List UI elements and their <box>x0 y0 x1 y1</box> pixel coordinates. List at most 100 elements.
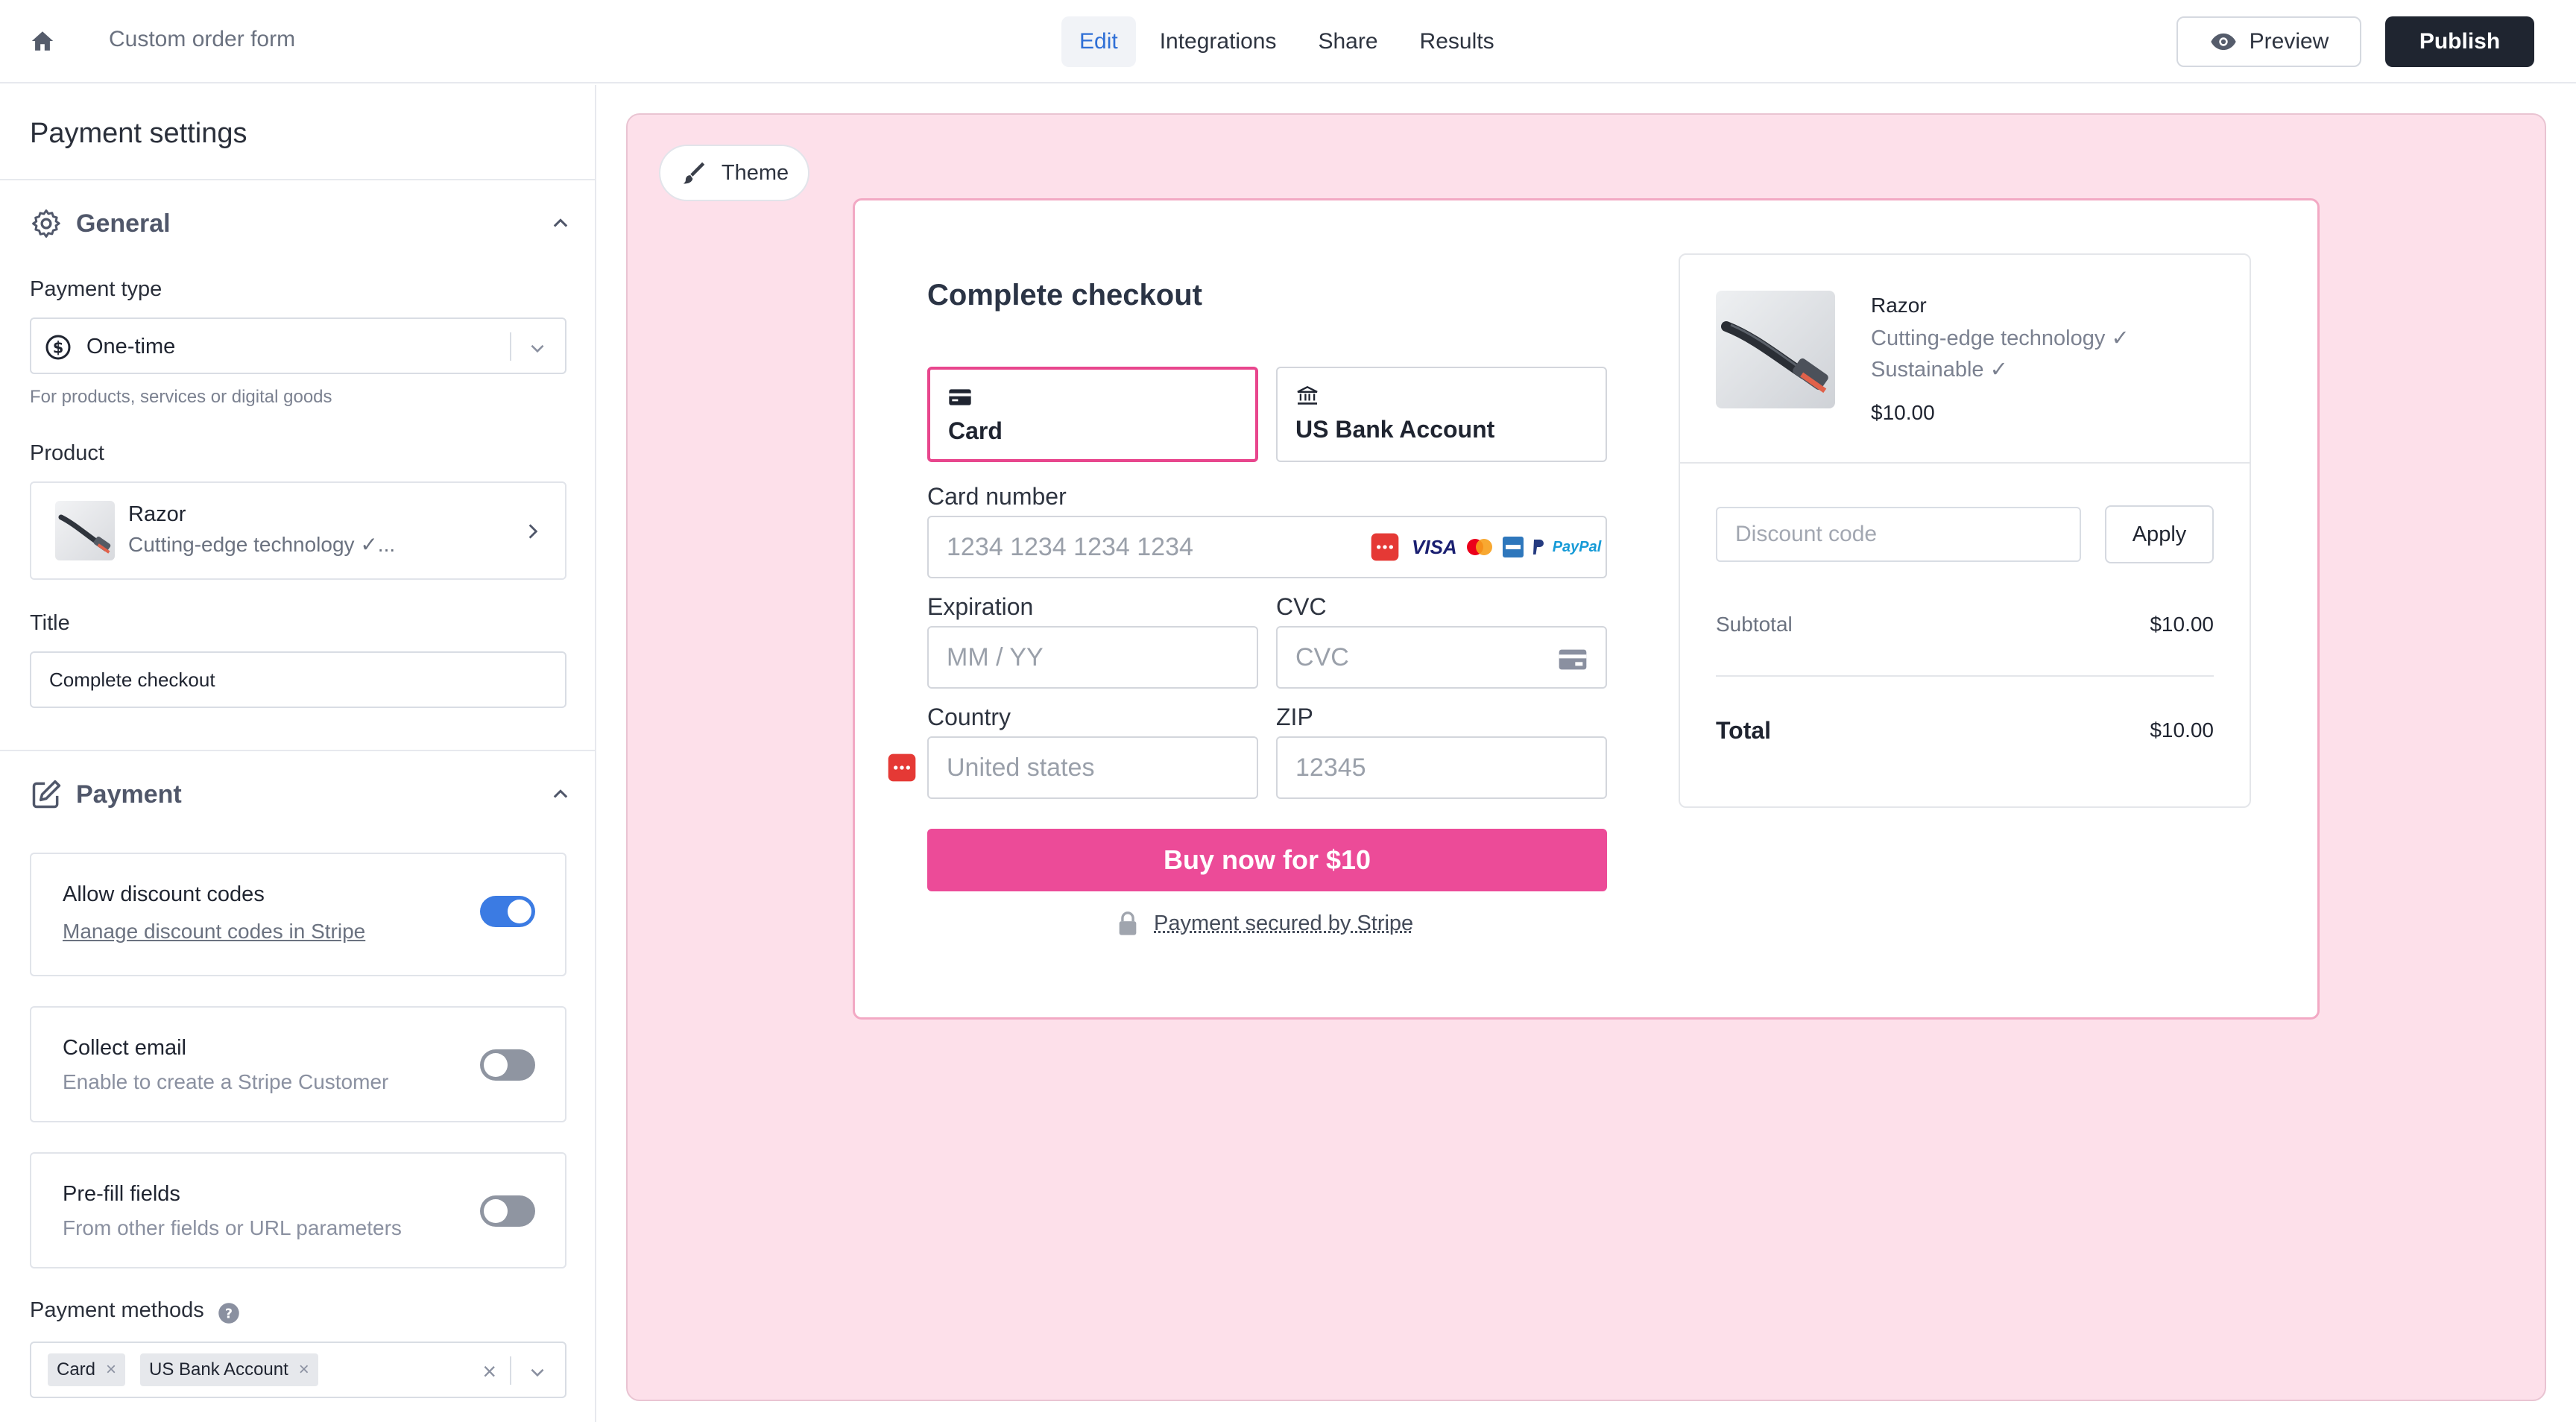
prefill-fields-title: Pre-fill fields <box>63 1182 180 1206</box>
credit-card-icon <box>949 389 971 405</box>
payment-type-label: Payment type <box>30 277 162 301</box>
summary-line <box>1716 675 2214 677</box>
gear-icon <box>32 209 60 238</box>
subtotal-label: Subtotal <box>1716 613 1793 636</box>
product-name: Razor <box>128 502 186 526</box>
subtotal-value: $10.00 <box>2150 613 2214 636</box>
collect-email-toggle[interactable] <box>480 1049 535 1081</box>
tab-card-label: Card <box>948 417 1003 444</box>
chevron-down-icon[interactable] <box>528 338 547 358</box>
nav-tabs: Edit Integrations Share Results <box>1061 16 1512 67</box>
product-selector[interactable]: Razor Cutting-edge technology ✓... <box>30 481 566 580</box>
payment-methods-label: Payment methods <box>30 1298 204 1322</box>
toggle-knob <box>508 900 531 923</box>
discount-codes-title: Allow discount codes <box>63 882 265 906</box>
clear-icon[interactable]: × <box>482 1358 496 1385</box>
country-label: Country <box>927 704 1011 730</box>
total-label: Total <box>1716 717 1772 744</box>
home-icon[interactable] <box>30 28 55 54</box>
payment-settings-sidebar: Payment settings General Payment type $ … <box>0 85 596 1422</box>
method-chip-us-bank-account: US Bank Account × <box>140 1353 318 1386</box>
zip-input[interactable]: 12345 <box>1276 736 1607 799</box>
stripe-secured-link[interactable]: Payment secured by Stripe <box>1154 911 1413 936</box>
buy-now-button[interactable]: Buy now for $10 <box>927 829 1607 891</box>
discount-codes-card: Allow discount codes Manage discount cod… <box>30 853 566 976</box>
payment-type-select[interactable]: $ One-time <box>30 317 566 374</box>
remove-chip-icon[interactable]: × <box>299 1359 309 1380</box>
general-section-header[interactable]: General <box>30 204 581 243</box>
razor-thumbnail <box>55 501 115 560</box>
country-select[interactable]: United states <box>927 736 1258 799</box>
toggle-knob <box>484 1053 508 1077</box>
form-name[interactable]: Custom order form <box>109 27 295 52</box>
autofill-icon[interactable] <box>1370 532 1400 562</box>
cvc-input[interactable]: CVC <box>1276 626 1607 689</box>
razor-image <box>1716 291 1835 408</box>
payment-type-help: For products, services or digital goods <box>30 387 332 407</box>
publish-button[interactable]: Publish <box>2385 16 2534 67</box>
expiration-input[interactable]: MM / YY <box>927 626 1258 689</box>
zip-placeholder: 12345 <box>1295 753 1366 782</box>
prefill-fields-toggle[interactable] <box>480 1195 535 1227</box>
tab-card[interactable]: Card <box>927 367 1258 462</box>
top-bar: Custom order form Edit Integrations Shar… <box>0 0 2576 83</box>
expiration-label: Expiration <box>927 593 1034 620</box>
apply-discount-button[interactable]: Apply <box>2105 505 2214 563</box>
preview-button[interactable]: Preview <box>2176 16 2361 67</box>
divider <box>0 179 595 180</box>
summary-product-name: Razor <box>1871 294 1927 317</box>
discount-codes-toggle[interactable] <box>480 896 535 927</box>
general-section-label: General <box>76 209 171 238</box>
zip-label: ZIP <box>1276 704 1313 730</box>
divider <box>0 750 595 751</box>
preview-label: Preview <box>2249 29 2329 54</box>
card-number-label: Card number <box>927 483 1067 510</box>
tab-integrations[interactable]: Integrations <box>1142 16 1295 67</box>
payment-type-value: One-time <box>86 335 176 358</box>
country-value: United states <box>947 753 1095 782</box>
payment-section-label: Payment <box>76 780 182 809</box>
help-icon[interactable]: ? <box>218 1302 240 1324</box>
payment-methods-select[interactable]: Card × US Bank Account × × <box>30 1342 566 1398</box>
tab-share[interactable]: Share <box>1300 16 1395 67</box>
svg-text:$: $ <box>53 339 64 357</box>
paypal-label: PayPal <box>1552 538 1602 555</box>
eye-icon <box>2211 33 2236 51</box>
theme-label: Theme <box>721 160 789 185</box>
payment-section-header[interactable]: Payment <box>30 775 581 814</box>
stripe-secured-notice: Payment secured by Stripe <box>1117 911 1413 936</box>
prefill-fields-subtitle: From other fields or URL parameters <box>63 1216 402 1239</box>
chevron-up-icon[interactable] <box>550 784 571 805</box>
title-input[interactable] <box>30 651 566 708</box>
chevron-right-icon <box>528 524 538 539</box>
chevron-down-icon[interactable] <box>528 1362 547 1382</box>
theme-button[interactable]: Theme <box>659 145 809 201</box>
summary-feature: Cutting-edge technology ✓ <box>1871 326 2130 350</box>
tab-bank-label: US Bank Account <box>1295 416 1495 443</box>
toggle-knob <box>484 1199 508 1223</box>
tab-edit[interactable]: Edit <box>1061 16 1136 67</box>
cvc-label: CVC <box>1276 593 1327 620</box>
discount-code-input[interactable] <box>1716 507 2081 562</box>
tab-us-bank-account[interactable]: US Bank Account <box>1276 367 1607 462</box>
summary-divider <box>1679 462 2251 464</box>
chip-label: Card <box>57 1359 96 1380</box>
chevron-up-icon[interactable] <box>550 213 571 234</box>
autofill-icon[interactable] <box>887 753 917 783</box>
collect-email-card: Collect email Enable to create a Stripe … <box>30 1006 566 1122</box>
paintbrush-icon <box>683 162 705 184</box>
collect-email-title: Collect email <box>63 1036 186 1060</box>
tab-results[interactable]: Results <box>1402 16 1512 67</box>
method-chip-card: Card × <box>48 1353 126 1386</box>
mastercard-icon <box>1466 539 1492 555</box>
edit-icon <box>32 780 61 809</box>
sidebar-title: Payment settings <box>30 118 247 149</box>
manage-discounts-link[interactable]: Manage discount codes in Stripe <box>63 920 365 944</box>
prefill-fields-card: Pre-fill fields From other fields or URL… <box>30 1152 566 1268</box>
bank-icon <box>1297 386 1318 405</box>
remove-chip-icon[interactable]: × <box>106 1359 116 1380</box>
paypal-icon <box>1532 540 1544 554</box>
amex-icon <box>1502 537 1524 557</box>
checkout-title: Complete checkout <box>927 279 1202 312</box>
total-value: $10.00 <box>2150 718 2214 742</box>
